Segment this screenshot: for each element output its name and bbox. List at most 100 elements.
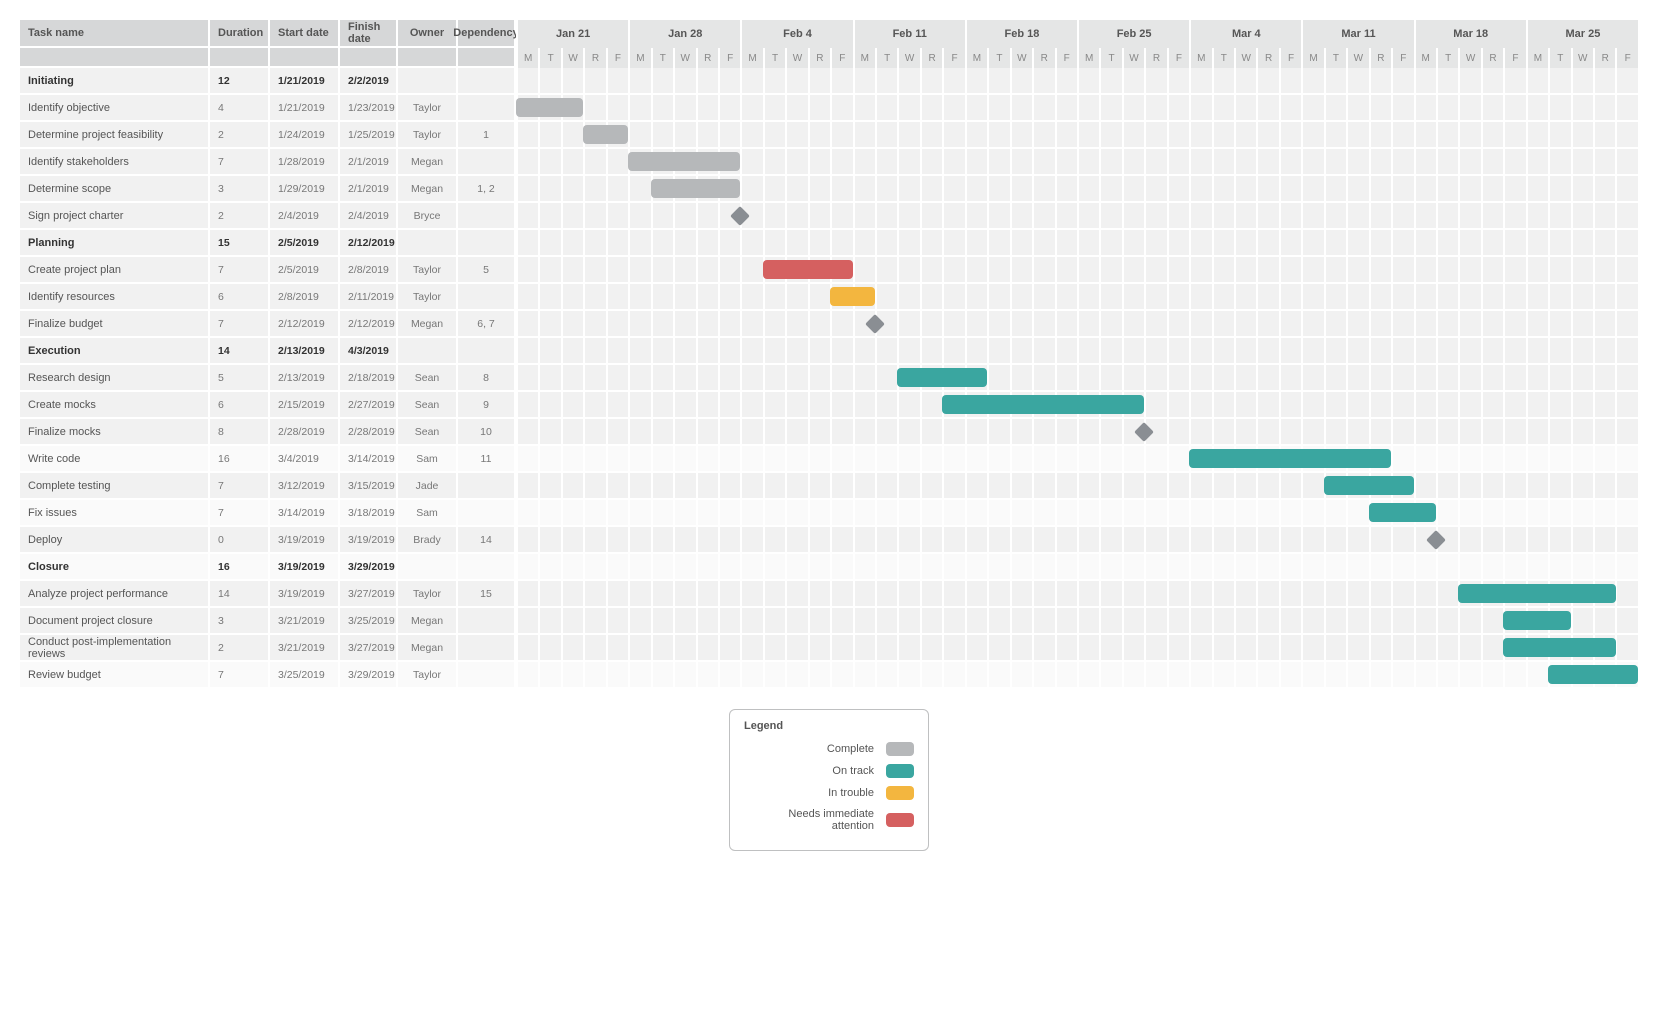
timeline-weeks-header: Jan 21Jan 28Feb 4Feb 11Feb 18Feb 25Mar 4… xyxy=(516,20,1638,48)
gantt-bar[interactable] xyxy=(942,395,1144,414)
cell-duration: 0 xyxy=(210,527,270,554)
gantt-bar[interactable] xyxy=(1458,584,1615,603)
gantt-bar[interactable] xyxy=(763,260,853,279)
task-row[interactable]: Review budget73/25/20193/29/2019Taylor xyxy=(20,662,1638,689)
cell-task: Research design xyxy=(20,365,210,392)
task-row[interactable]: Analyze project performance143/19/20193/… xyxy=(20,581,1638,608)
gantt-bar[interactable] xyxy=(830,287,875,306)
legend-label: On track xyxy=(744,765,874,777)
cell-owner: Sean xyxy=(398,392,458,419)
task-row[interactable]: Finalize budget72/12/20192/12/2019Megan6… xyxy=(20,311,1638,338)
day-header: R xyxy=(696,48,718,68)
timeline-row xyxy=(516,500,1638,527)
cell-owner: Bryce xyxy=(398,203,458,230)
group-row[interactable]: Execution142/13/20194/3/2019 xyxy=(20,338,1638,365)
cell-dep xyxy=(458,230,516,257)
legend-item: Needs immediate attention xyxy=(744,808,914,832)
task-row[interactable]: Sign project charter22/4/20192/4/2019Bry… xyxy=(20,203,1638,230)
cell-start: 3/21/2019 xyxy=(270,608,340,635)
timeline-row xyxy=(516,446,1638,473)
gantt-bar[interactable] xyxy=(1324,476,1414,495)
group-row[interactable]: Planning152/5/20192/12/2019 xyxy=(20,230,1638,257)
cell-finish: 2/28/2019 xyxy=(340,419,398,446)
gantt-bar[interactable] xyxy=(897,368,987,387)
task-row[interactable]: Complete testing73/12/20193/15/2019Jade xyxy=(20,473,1638,500)
cell-dep xyxy=(458,68,516,95)
cell-task: Write code xyxy=(20,446,210,473)
group-row[interactable]: Closure163/19/20193/29/2019 xyxy=(20,554,1638,581)
cell-owner: Taylor xyxy=(398,581,458,608)
col-header-dependency: Dependency xyxy=(458,20,516,48)
timeline-row xyxy=(516,392,1638,419)
legend-swatch xyxy=(886,742,914,756)
day-header: W xyxy=(1234,48,1256,68)
timeline-row xyxy=(516,473,1638,500)
task-row[interactable]: Identify stakeholders71/28/20192/1/2019M… xyxy=(20,149,1638,176)
cell-duration: 5 xyxy=(210,365,270,392)
task-row[interactable]: Conduct post-implementation reviews23/21… xyxy=(20,635,1638,662)
cell-finish: 2/1/2019 xyxy=(340,149,398,176)
week-header: Feb 11 xyxy=(853,20,965,48)
header-row-1: Task name Duration Start date Finish dat… xyxy=(20,20,1638,48)
cell-task: Create mocks xyxy=(20,392,210,419)
gantt-bar[interactable] xyxy=(1189,449,1391,468)
task-row[interactable]: Write code163/4/20193/14/2019Sam11 xyxy=(20,446,1638,473)
cell-dep: 9 xyxy=(458,392,516,419)
cell-start: 1/21/2019 xyxy=(270,68,340,95)
col-header-start: Start date xyxy=(270,20,340,48)
cell-duration: 7 xyxy=(210,473,270,500)
gantt-bar[interactable] xyxy=(1369,503,1436,522)
timeline-row xyxy=(516,230,1638,257)
task-row[interactable]: Identify objective41/21/20191/23/2019Tay… xyxy=(20,95,1638,122)
cell-task: Determine project feasibility xyxy=(20,122,210,149)
week-header: Feb 4 xyxy=(740,20,852,48)
cell-start: 1/28/2019 xyxy=(270,149,340,176)
gantt-bar[interactable] xyxy=(628,152,740,171)
task-row[interactable]: Finalize mocks82/28/20192/28/2019Sean10 xyxy=(20,419,1638,446)
task-row[interactable]: Deploy03/19/20193/19/2019Brady14 xyxy=(20,527,1638,554)
timeline-row xyxy=(516,527,1638,554)
cell-dep: 14 xyxy=(458,527,516,554)
cell-owner: Taylor xyxy=(398,122,458,149)
timeline-row xyxy=(516,662,1638,689)
cell-finish: 3/19/2019 xyxy=(340,527,398,554)
group-row[interactable]: Initiating121/21/20192/2/2019 xyxy=(20,68,1638,95)
cell-task: Finalize mocks xyxy=(20,419,210,446)
cell-duration: 7 xyxy=(210,662,270,689)
gantt-bar[interactable] xyxy=(583,125,628,144)
gantt-bar[interactable] xyxy=(1548,665,1638,684)
legend-item: In trouble xyxy=(744,786,914,800)
gantt-bar[interactable] xyxy=(1503,638,1615,657)
gantt-bar[interactable] xyxy=(651,179,741,198)
cell-finish: 3/14/2019 xyxy=(340,446,398,473)
task-row[interactable]: Determine project feasibility21/24/20191… xyxy=(20,122,1638,149)
task-row[interactable]: Create mocks62/15/20192/27/2019Sean9 xyxy=(20,392,1638,419)
task-row[interactable]: Fix issues73/14/20193/18/2019Sam xyxy=(20,500,1638,527)
cell-finish: 1/23/2019 xyxy=(340,95,398,122)
day-header: W xyxy=(785,48,807,68)
gantt-bar[interactable] xyxy=(516,98,583,117)
cell-duration: 15 xyxy=(210,230,270,257)
task-row[interactable]: Research design52/13/20192/18/2019Sean8 xyxy=(20,365,1638,392)
day-header: W xyxy=(1458,48,1480,68)
day-header: F xyxy=(1279,48,1301,68)
cell-duration: 3 xyxy=(210,608,270,635)
col-header-task: Task name xyxy=(20,20,210,48)
cell-finish: 3/29/2019 xyxy=(340,554,398,581)
task-row[interactable]: Create project plan72/5/20192/8/2019Tayl… xyxy=(20,257,1638,284)
gantt-bar[interactable] xyxy=(1503,611,1570,630)
legend: Legend CompleteOn trackIn troubleNeeds i… xyxy=(729,709,929,851)
header-row-2: MTWRFMTWRFMTWRFMTWRFMTWRFMTWRFMTWRFMTWRF… xyxy=(20,48,1638,68)
cell-start: 3/19/2019 xyxy=(270,554,340,581)
cell-start: 1/21/2019 xyxy=(270,95,340,122)
task-row[interactable]: Document project closure33/21/20193/25/2… xyxy=(20,608,1638,635)
cell-start: 3/21/2019 xyxy=(270,635,340,662)
task-row[interactable]: Determine scope31/29/20192/1/2019Megan1,… xyxy=(20,176,1638,203)
cell-task: Sign project charter xyxy=(20,203,210,230)
cell-finish: 2/1/2019 xyxy=(340,176,398,203)
cell-start: 3/25/2019 xyxy=(270,662,340,689)
cell-owner: Taylor xyxy=(398,95,458,122)
task-row[interactable]: Identify resources62/8/20192/11/2019Tayl… xyxy=(20,284,1638,311)
day-header: F xyxy=(1167,48,1189,68)
day-header: W xyxy=(673,48,695,68)
